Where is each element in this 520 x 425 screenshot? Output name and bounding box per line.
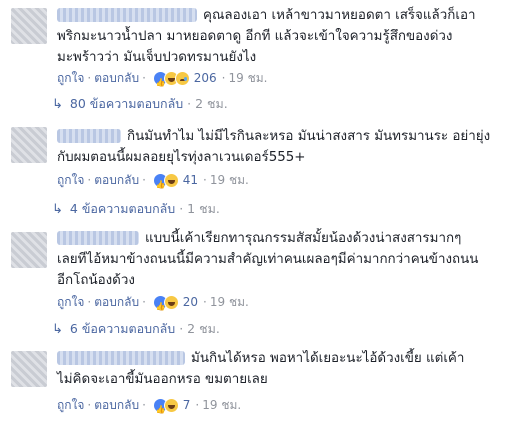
view-replies-link[interactable]: ↳ 6 ข้อความตอบกลับ · 2 ชม. [52, 318, 220, 340]
like-button[interactable]: ถูกใจ [57, 71, 84, 85]
comment-line: มะพร้าวว่า มันเจ็บปวดทรมานยังไง [57, 50, 257, 65]
reactions[interactable] [152, 70, 190, 93]
comment-line: ไม่คิดจะเอาขี้มันออกหรอ ขมตายเลย [57, 372, 268, 387]
timestamp[interactable]: 19 ชม. [210, 295, 249, 309]
reactions[interactable] [152, 294, 179, 317]
replies-time: 1 ชม. [187, 201, 220, 216]
avatar[interactable] [11, 127, 47, 163]
commenter-name[interactable] [57, 129, 121, 143]
timestamp[interactable]: 19 ชม. [229, 71, 268, 85]
comment-line: แบบนี้เค้าเรียกทารุณกรรมสัสมั้ยน้องด้วงน… [145, 231, 462, 246]
haha-icon [163, 294, 179, 310]
comment-line: มันกินได้หรอ พอหาได้เยอะนะไอ้ด้วงเขี้ย แ… [191, 351, 465, 366]
comment-line: คุณลองเอา เหล้าขาวมาหยอดตา เสร็จแล้วก็เอ… [203, 8, 476, 23]
reply-arrow-icon: ↳ [52, 202, 63, 217]
commenter-name[interactable] [57, 231, 139, 245]
replies-count[interactable]: 4 ข้อความตอบกลับ [70, 201, 175, 216]
reply-button[interactable]: ตอบกลับ [94, 295, 139, 309]
like-button[interactable]: ถูกใจ [57, 295, 84, 309]
comment-line: กับผมตอนนี้ผมลอยยุไรทุ่งลาเวนเดอร์555+ [57, 150, 306, 165]
haha-icon [163, 172, 179, 188]
reactions[interactable] [152, 397, 179, 420]
reply-arrow-icon: ↳ [52, 97, 63, 112]
timestamp[interactable]: 19 ชม. [202, 398, 241, 412]
haha-icon [163, 397, 179, 413]
reply-arrow-icon: ↳ [52, 322, 63, 337]
comment-line: พริกมะนาวน้ำปลา มาหยอดตาดู อีกที แล้วจะเ… [57, 29, 453, 44]
like-button[interactable]: ถูกใจ [57, 173, 84, 187]
reaction-count[interactable]: 41 [183, 173, 198, 187]
comment-line: อีกโถน้องด้วง [57, 273, 135, 288]
reaction-count[interactable]: 206 [194, 71, 217, 85]
avatar[interactable] [11, 351, 47, 387]
reply-button[interactable]: ตอบกลับ [94, 71, 139, 85]
replies-time: 2 ชม. [195, 96, 228, 111]
replies-time: 2 ชม. [187, 321, 220, 336]
comment-text: มันกินได้หรอ พอหาได้เยอะนะไอ้ด้วงเขี้ย แ… [57, 348, 512, 390]
sad-icon [174, 70, 190, 86]
reactions[interactable] [152, 172, 179, 195]
comment-line: กินมันทำไม ไม่มีไรกินละหรอ มันน่าสงสาร ม… [127, 129, 491, 144]
comment-text: แบบนี้เค้าเรียกทารุณกรรมสัสมั้ยน้องด้วงน… [57, 228, 512, 291]
reply-button[interactable]: ตอบกลับ [94, 173, 139, 187]
timestamp[interactable]: 19 ชม. [210, 173, 249, 187]
commenter-name[interactable] [57, 8, 197, 22]
comment-actions: ถูกใจ·ตอบกลับ· 20·19 ชม. [57, 292, 249, 317]
reply-button[interactable]: ตอบกลับ [94, 398, 139, 412]
reaction-count[interactable]: 7 [183, 398, 191, 412]
comment-actions: ถูกใจ·ตอบกลับ· 41·19 ชม. [57, 170, 249, 195]
commenter-name[interactable] [57, 351, 185, 365]
avatar[interactable] [11, 8, 47, 44]
avatar[interactable] [11, 232, 47, 268]
comment-line: เลยทีไอ้หมาข้างถนนนี้มีความสำคัญเท่าคนเผ… [57, 252, 479, 267]
comment-text: กินมันทำไม ไม่มีไรกินละหรอ มันน่าสงสาร ม… [57, 126, 512, 168]
comment-actions: ถูกใจ·ตอบกลับ· 206·19 ชม. [57, 68, 268, 93]
reaction-count[interactable]: 20 [183, 295, 198, 309]
replies-count[interactable]: 6 ข้อความตอบกลับ [70, 321, 175, 336]
comment-actions: ถูกใจ·ตอบกลับ· 7·19 ชม. [57, 395, 241, 420]
comment-text: คุณลองเอา เหล้าขาวมาหยอดตา เสร็จแล้วก็เอ… [57, 5, 512, 68]
view-replies-link[interactable]: ↳ 80 ข้อความตอบกลับ · 2 ชม. [52, 93, 228, 115]
like-button[interactable]: ถูกใจ [57, 398, 84, 412]
view-replies-link[interactable]: ↳ 4 ข้อความตอบกลับ · 1 ชม. [52, 198, 220, 220]
replies-count[interactable]: 80 ข้อความตอบกลับ [70, 96, 183, 111]
